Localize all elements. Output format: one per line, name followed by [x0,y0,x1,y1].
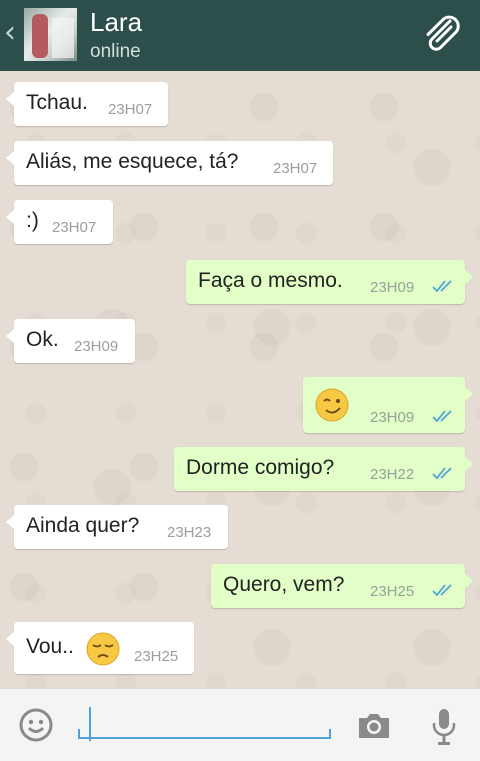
message-list[interactable]: Tchau. 23H07 Aliás, me esquece, tá? 23H0… [0,71,480,688]
message-time: 23H25 [370,583,415,600]
message-bubble-outgoing[interactable]: Quero, vem? 23H25 [211,564,473,608]
message-bubble-incoming[interactable]: Ainda quer? 23H23 [6,505,228,549]
message-bubble-outgoing[interactable]: Dorme comigo? 23H22 [174,447,473,491]
message-text: Dorme comigo? [186,456,335,479]
message-time: 23H07 [108,101,153,118]
winking-face-icon [315,388,349,422]
message-time: 23H09 [74,338,119,355]
message-composer [0,688,480,761]
message-text: Quero, vem? [223,573,345,596]
contact-status: online [90,41,141,62]
camera-icon[interactable] [356,709,392,741]
message-text: Tchau. [26,91,88,114]
message-time: 23H22 [370,466,415,483]
whatsapp-chat-screen: ‹ Lara online Tchau. 23H07 Aliás, me esq… [0,0,480,761]
message-bubble-outgoing[interactable]: 23H09 [303,377,473,433]
message-time: 23H09 [370,409,415,426]
message-time: 23H07 [273,160,318,177]
message-text: :) [26,209,39,232]
message-text: Vou.. [26,635,74,658]
double-check-icon [432,280,452,293]
message-bubble-incoming[interactable]: :) 23H07 [6,200,113,244]
message-time: 23H23 [167,524,212,541]
message-text: Ok. [26,328,59,351]
smiley-icon[interactable] [18,707,54,743]
double-check-icon [432,584,452,597]
message-text: Ainda quer? [26,514,140,537]
text-cursor [89,707,91,741]
message-bubble-outgoing[interactable]: Faça o mesmo. 23H09 [186,260,473,304]
message-time: 23H09 [370,279,415,296]
message-bubble-incoming[interactable]: Aliás, me esquece, tá? 23H07 [6,141,333,185]
microphone-icon[interactable] [430,707,458,747]
paperclip-icon[interactable] [420,13,466,59]
message-text: Aliás, me esquece, tá? [26,150,239,173]
message-bubble-incoming[interactable]: Ok. 23H09 [6,319,135,363]
double-check-icon [432,410,452,423]
message-input-field[interactable] [78,703,332,741]
contact-name[interactable]: Lara [90,7,142,38]
message-time: 23H07 [52,219,97,236]
message-text: Faça o mesmo. [198,269,343,292]
pensive-face-icon [86,632,120,666]
double-check-icon [432,467,452,480]
message-bubble-incoming[interactable]: Tchau. 23H07 [6,82,168,126]
back-arrow-icon[interactable]: ‹ [4,18,16,48]
message-bubble-incoming[interactable]: Vou.. 23H25 [6,622,194,674]
message-input[interactable] [78,703,332,737]
message-time: 23H25 [134,648,179,665]
contact-avatar[interactable] [24,8,77,61]
chat-header: ‹ Lara online [0,0,480,71]
